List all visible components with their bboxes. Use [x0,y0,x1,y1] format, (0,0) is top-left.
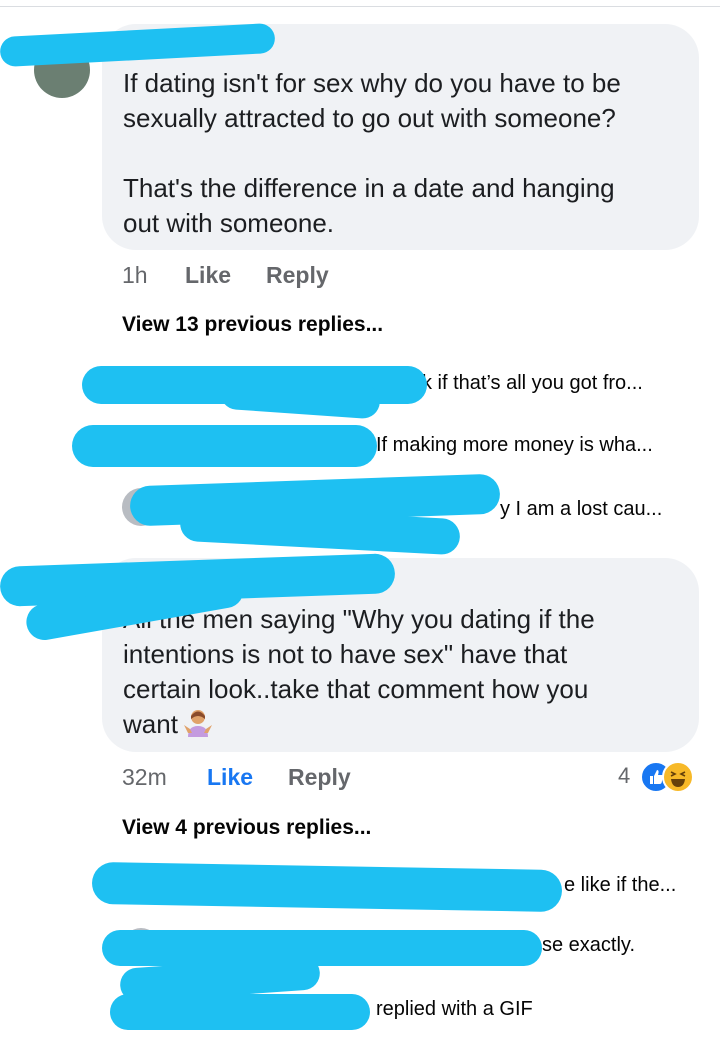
view-previous-replies[interactable]: View 4 previous replies... [122,816,371,840]
redaction-scribble [91,861,563,913]
top-divider [0,6,720,7]
like-button[interactable]: Like [185,262,231,289]
reply-snippet: k if that’s all you got fro... [422,372,643,394]
comment-timestamp[interactable]: 1h [122,262,148,289]
view-previous-replies[interactable]: View 13 previous replies... [122,313,383,337]
comment-text-line: want [123,707,214,742]
haha-reaction-icon [662,761,694,793]
reply-snippet: If making more money is wha... [376,434,653,456]
reply-snippet: replied with a GIF [376,998,533,1020]
comment-text-fragment: want [123,709,178,739]
reply-snippet: y I am a lost cau... [500,498,663,520]
reply-snippet: se exactly. [542,934,635,956]
comment-text-line: certain look..take that comment how you [123,674,589,704]
comment-text-line: If dating isn't for sex why do you have … [123,68,621,98]
comment-bubble: If dating isn't for sex why do you have … [102,24,699,250]
person-shrugging-emoji [183,710,212,737]
comment-timestamp[interactable]: 32m [122,764,167,791]
comment-text-line: That's the difference in a date and hang… [123,173,615,203]
reply-button[interactable]: Reply [266,262,329,289]
comment-text-line: intentions is not to have sex" have that [123,639,568,669]
redaction-scribble [102,930,542,966]
reaction-count: 4 [618,763,631,788]
redaction-scribble [110,994,370,1030]
comment-text-line: sexually attracted to go out with someon… [123,103,616,133]
reply-snippet: e like if the... [564,874,677,896]
reply-button[interactable]: Reply [288,764,351,791]
comment-text-line: out with someone. [123,208,335,238]
redaction-scribble [72,425,377,467]
like-button[interactable]: Like [207,764,253,791]
